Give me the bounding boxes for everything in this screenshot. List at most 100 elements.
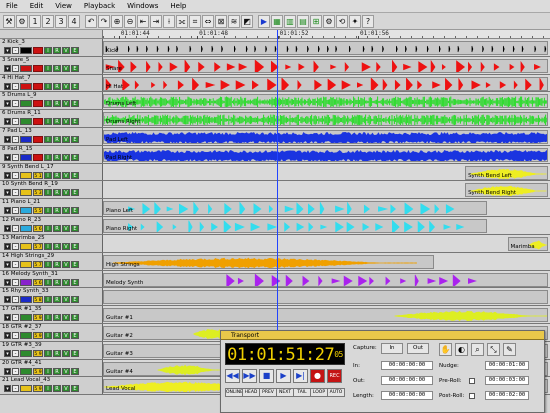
track-view-button[interactable]: V <box>62 242 70 250</box>
audio-clip[interactable]: Synth Bend Right <box>465 183 548 198</box>
track-record-arm-button[interactable]: R <box>53 260 61 268</box>
audio-clip[interactable]: Synth Bend Left <box>465 165 548 180</box>
track-input-button[interactable]: I <box>44 242 52 250</box>
track-menu-button[interactable]: ▾ <box>4 171 11 179</box>
track-menu-button[interactable]: ▾ <box>4 189 11 197</box>
track-record-indicator[interactable] <box>33 64 43 72</box>
track-collapse-button[interactable]: - <box>12 153 19 161</box>
snap-icon[interactable]: ⊠ <box>215 14 227 28</box>
track-collapse-button[interactable]: - <box>12 367 19 375</box>
scrub-icon[interactable]: ◐ <box>455 343 468 356</box>
track-input-button[interactable]: I <box>44 47 52 54</box>
audio-clip[interactable]: Hi Hat <box>103 76 548 91</box>
track-input-button[interactable]: I <box>44 189 52 197</box>
track-record-indicator[interactable] <box>33 82 43 90</box>
track-record-indicator[interactable] <box>33 153 43 161</box>
track-color-swatch[interactable] <box>20 225 32 233</box>
tracks-1-icon[interactable]: 1 <box>29 14 41 28</box>
track-color-swatch[interactable] <box>20 331 32 339</box>
menu-item-windows[interactable]: Windows <box>121 2 164 10</box>
zoom-in-icon[interactable]: ⊕ <box>111 14 123 28</box>
pencil-icon[interactable]: ✎ <box>503 343 516 356</box>
track-edit-button[interactable]: E <box>71 171 79 179</box>
audio-clip[interactable]: Pad Right <box>103 147 548 162</box>
track-edit-button[interactable]: E <box>71 100 79 108</box>
tracks-4-icon[interactable]: 4 <box>68 14 80 28</box>
nudge-right-icon[interactable]: ⇥ <box>150 14 162 28</box>
track-color-swatch[interactable] <box>20 118 32 126</box>
track-color-swatch[interactable] <box>20 136 32 144</box>
redo-icon[interactable]: ↷ <box>98 14 110 28</box>
track-lane[interactable]: Marimba <box>103 234 550 252</box>
track-menu-button[interactable]: ▾ <box>4 118 11 126</box>
play-icon[interactable]: ▶ <box>258 14 270 28</box>
audio-clip[interactable]: Piano Right <box>103 219 488 234</box>
mode-button-head[interactable]: HEAD <box>242 388 260 397</box>
track-lane[interactable]: Synth Bend Left <box>103 163 550 181</box>
track-record-arm-button[interactable]: R <box>53 118 61 126</box>
track-header[interactable]: 10 Synth Bend R_19 ▾ - 5 3IRVE <box>0 181 103 199</box>
track-header[interactable]: 6 Drums R_11 ▾ - I R V E <box>0 110 103 128</box>
track-output-slot[interactable]: 5 1 <box>33 171 43 179</box>
track-record-arm-button[interactable]: R <box>53 47 61 54</box>
audio-clip[interactable]: Drums Right <box>103 112 548 127</box>
length-field[interactable]: 00:00:00:00 <box>381 391 433 400</box>
track-input-button[interactable]: I <box>44 314 52 322</box>
track-lane[interactable]: Melody Synth <box>103 270 550 288</box>
track-edit-button[interactable]: E <box>71 385 79 393</box>
track-input-button[interactable]: I <box>44 385 52 393</box>
track-record-arm-button[interactable]: R <box>53 153 61 161</box>
track-record-arm-button[interactable]: R <box>53 225 61 233</box>
track-color-swatch[interactable] <box>20 189 32 197</box>
track-input-button[interactable]: I <box>44 82 52 90</box>
mode-button-tail[interactable]: TAIL <box>293 388 311 397</box>
nudge-left-icon[interactable]: ⇤ <box>137 14 149 28</box>
audio-clip[interactable]: Guitar #1 <box>103 308 548 323</box>
track-record-arm-button[interactable]: R <box>53 367 61 375</box>
mixer-icon[interactable]: ▦ <box>271 14 283 28</box>
track-lane[interactable]: Hi Hat <box>103 74 550 92</box>
skip-icon[interactable]: ▶| <box>293 369 308 383</box>
track-view-button[interactable]: V <box>62 278 70 286</box>
track-record-arm-button[interactable]: R <box>53 314 61 322</box>
transport-title-bar[interactable]: Transport <box>221 331 544 340</box>
track-record-arm-button[interactable]: R <box>53 82 61 90</box>
track-view-button[interactable]: V <box>62 260 70 268</box>
track-record-indicator[interactable] <box>33 47 43 54</box>
capture-out-button[interactable]: Out <box>407 343 429 354</box>
track-collapse-button[interactable]: - <box>12 260 19 268</box>
audio-clip[interactable]: Melody Synth <box>103 272 548 287</box>
track-collapse-button[interactable]: - <box>12 385 19 393</box>
track-input-button[interactable]: I <box>44 207 52 215</box>
track-edit-button[interactable]: E <box>71 314 79 322</box>
track-menu-button[interactable]: ▾ <box>4 385 11 393</box>
track-input-button[interactable]: I <box>44 278 52 286</box>
track-menu-button[interactable]: ▾ <box>4 278 11 286</box>
track-menu-button[interactable]: ▾ <box>4 349 11 357</box>
track-edit-button[interactable]: E <box>71 296 79 304</box>
timeline-ruler[interactable]: 01:01:44 01:01:48 01:01:52 01:01:56 <box>103 30 550 39</box>
track-color-swatch[interactable] <box>20 47 32 54</box>
stop-icon[interactable]: ■ <box>259 369 274 383</box>
track-header[interactable]: 7 Pad L_13 ▾ - I R V E <box>0 128 103 145</box>
track-output-slot[interactable]: 5 9 <box>33 367 43 375</box>
track-collapse-button[interactable]: - <box>12 278 19 286</box>
track-color-swatch[interactable] <box>20 385 32 393</box>
tracks-3-icon[interactable]: 3 <box>55 14 67 28</box>
track-color-swatch[interactable] <box>20 153 32 161</box>
split-icon[interactable]: ⟊ <box>163 14 175 28</box>
track-header[interactable]: 14 High Strings_29 ▾ - 5 7IRVE <box>0 252 103 270</box>
track-output-slot[interactable]: 5 8 <box>33 296 43 304</box>
edit-window-icon[interactable]: ▤ <box>297 14 309 28</box>
fit-icon[interactable]: ⇔ <box>202 14 214 28</box>
track-color-swatch[interactable] <box>20 82 32 90</box>
track-view-button[interactable]: V <box>62 367 70 375</box>
zoom-out-icon[interactable]: ⊖ <box>124 14 136 28</box>
track-record-arm-button[interactable]: R <box>53 64 61 72</box>
undo-icon[interactable]: ↶ <box>85 14 97 28</box>
track-header[interactable]: 17 GTR #1_35 ▾ - 5 9IRVE <box>0 306 103 323</box>
track-input-button[interactable]: I <box>44 136 52 144</box>
track-color-swatch[interactable] <box>20 242 32 250</box>
track-view-button[interactable]: V <box>62 349 70 357</box>
crop-icon[interactable]: ⌗ <box>189 14 201 28</box>
